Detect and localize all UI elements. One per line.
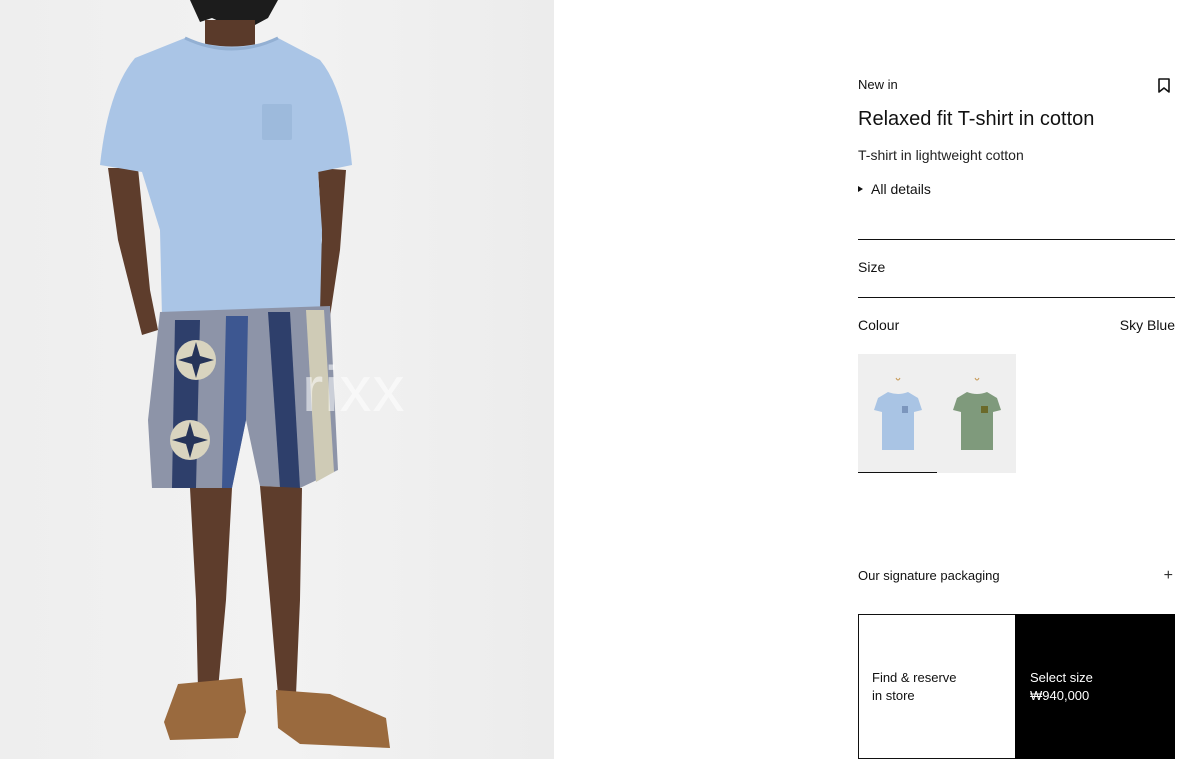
divider	[858, 239, 1175, 240]
new-in-badge: New in	[858, 77, 898, 92]
colour-swatch-sky-blue[interactable]	[858, 354, 937, 473]
colour-selected-value: Sky Blue	[1119, 317, 1175, 333]
triangle-right-icon	[858, 186, 863, 192]
store-button-line2: in store	[872, 687, 915, 703]
bookmark-icon[interactable]	[1158, 78, 1170, 93]
store-button-line1: Find & reserve	[872, 669, 957, 685]
tshirt-thumbnail-blue	[874, 377, 922, 450]
plus-icon: +	[1163, 567, 1173, 584]
colour-swatch-green[interactable]	[937, 354, 1016, 473]
all-details-toggle[interactable]: All details	[858, 181, 931, 197]
select-size-button[interactable]: Select size ₩940,000	[1015, 614, 1175, 759]
product-info-panel: New in Relaxed fit T-shirt in cotton T-s…	[858, 0, 1175, 759]
price: ₩940,000	[1030, 687, 1090, 703]
product-title: Relaxed fit T-shirt in cotton	[858, 108, 1095, 130]
product-subtitle: T-shirt in lightweight cotton	[858, 147, 1024, 163]
colour-label: Colour	[858, 317, 900, 333]
size-selector[interactable]: Size	[858, 259, 885, 275]
signature-packaging-accordion[interactable]: Our signature packaging +	[858, 567, 1175, 584]
signature-packaging-label: Our signature packaging	[858, 568, 1000, 583]
model-illustration	[100, 0, 390, 748]
watermark-text: rixx	[302, 353, 406, 425]
product-image[interactable]: rixx	[0, 0, 554, 759]
all-details-label: All details	[871, 181, 931, 197]
tshirt-thumbnail-green	[953, 377, 1001, 450]
find-reserve-in-store-button[interactable]: Find & reserve in store	[858, 614, 1016, 759]
divider	[858, 297, 1175, 298]
buy-button-label: Select size	[1030, 669, 1093, 685]
